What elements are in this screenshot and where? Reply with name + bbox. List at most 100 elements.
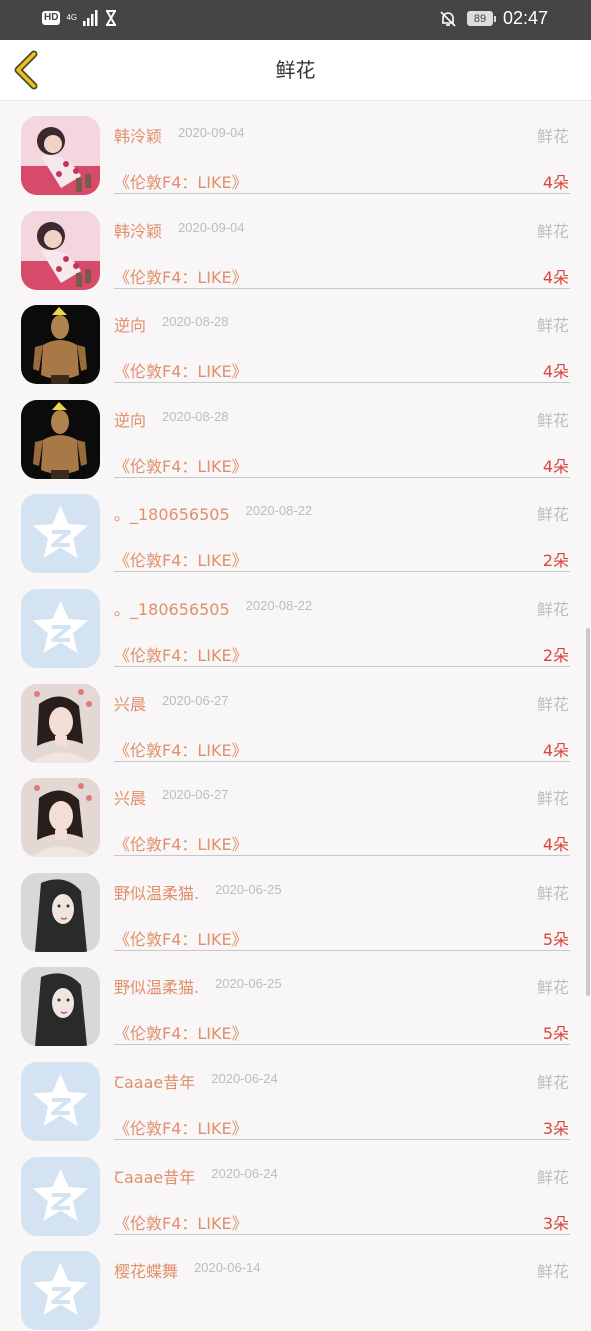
- user-name[interactable]: 。_180656505: [114, 501, 230, 525]
- gift-date: 2020-09-04: [178, 219, 245, 235]
- avatar[interactable]: [21, 210, 100, 290]
- song-title[interactable]: 《伦敦F4：LIKE》: [114, 831, 248, 855]
- list-item[interactable]: 韩泠颖 2020-09-04 鲜花 《伦敦F4：LIKE》 4朵: [0, 196, 591, 291]
- dark-figure-avatar-image: [21, 399, 100, 479]
- qq-default-avatar-image: [21, 1251, 100, 1331]
- row-divider: [114, 571, 570, 573]
- list-item[interactable]: 韩泠颖 2020-09-04 鲜花 《伦敦F4：LIKE》 4朵: [0, 101, 591, 196]
- anime-girl-avatar-image: [21, 116, 100, 195]
- avatar[interactable]: [21, 872, 100, 952]
- user-name[interactable]: 韩泠颖: [114, 218, 162, 242]
- gift-date: 2020-08-22: [245, 597, 313, 613]
- song-title[interactable]: 《伦敦F4：LIKE》: [114, 358, 248, 382]
- avatar[interactable]: [21, 399, 100, 479]
- flower-gift-list: 韩泠颖 2020-09-04 鲜花 《伦敦F4：LIKE》 4朵 韩泠颖 202…: [0, 101, 591, 1331]
- flower-count: 4朵: [542, 267, 569, 287]
- gift-type: 鲜花: [536, 505, 569, 525]
- list-item[interactable]: 兴晨 2020-06-27 鲜花 《伦敦F4：LIKE》 4朵: [0, 669, 591, 764]
- user-name[interactable]: Ꞇaaae昔年: [114, 1069, 195, 1093]
- girl-photo-avatar-image: [21, 778, 100, 858]
- song-title[interactable]: 《伦敦F4：LIKE》: [114, 169, 248, 193]
- network-type: 4G: [66, 13, 78, 22]
- list-item[interactable]: Ꞇaaae昔年 2020-06-24 鲜花 《伦敦F4：LIKE》 3朵: [0, 1047, 591, 1142]
- battery-indicator: 89: [466, 11, 496, 26]
- list-item[interactable]: 。_180656505 2020-08-22 鲜花 《伦敦F4：LIKE》 2朵: [0, 574, 591, 669]
- avatar[interactable]: [21, 305, 100, 385]
- avatar[interactable]: [21, 967, 100, 1047]
- gift-type: 鲜花: [536, 127, 569, 146]
- flower-count: 5朵: [542, 1024, 569, 1044]
- flower-count: 3朵: [542, 1213, 569, 1233]
- avatar[interactable]: [21, 1061, 100, 1141]
- gift-date: 2020-08-22: [245, 503, 313, 519]
- list-item[interactable]: 兴晨 2020-06-27 鲜花 《伦敦F4：LIKE》 4朵: [0, 763, 591, 858]
- user-name[interactable]: 逆向: [114, 312, 146, 336]
- scrollbar[interactable]: [586, 628, 590, 996]
- gift-date: 2020-06-24: [211, 1070, 278, 1086]
- song-title[interactable]: 《伦敦F4：LIKE》: [114, 737, 248, 761]
- gift-date: 2020-08-28: [162, 314, 229, 330]
- flower-count: 4朵: [542, 740, 569, 760]
- row-divider: [114, 665, 570, 667]
- qq-default-avatar-image: [21, 1061, 100, 1141]
- qq-default-avatar-image: [21, 494, 100, 574]
- song-title[interactable]: 《伦敦F4：LIKE》: [114, 547, 248, 571]
- avatar[interactable]: [21, 1156, 100, 1236]
- row-divider: [114, 287, 570, 289]
- song-title[interactable]: 《伦敦F4：LIKE》: [114, 1210, 248, 1234]
- list-item[interactable]: 。_180656505 2020-08-22 鲜花 《伦敦F4：LIKE》 2朵: [0, 479, 591, 574]
- qq-default-avatar-image: [21, 1156, 100, 1236]
- song-title[interactable]: 《伦敦F4：LIKE》: [114, 1020, 248, 1044]
- row-divider: [114, 382, 570, 384]
- gift-type: 鲜花: [536, 978, 569, 998]
- song-title[interactable]: 《伦敦F4：LIKE》: [114, 453, 248, 477]
- avatar[interactable]: [21, 494, 100, 574]
- song-title[interactable]: 《伦敦F4：LIKE》: [114, 1115, 248, 1139]
- row-divider: [114, 949, 570, 951]
- app-header: 鲜花: [0, 40, 591, 101]
- list-item[interactable]: Ꞇaaae昔年 2020-06-24 鲜花 《伦敦F4：LIKE》 3朵: [0, 1142, 591, 1237]
- avatar[interactable]: [21, 116, 100, 195]
- avatar[interactable]: [21, 778, 100, 858]
- hd-badge: HD: [42, 11, 61, 25]
- flower-count: 4朵: [542, 835, 569, 855]
- list-item[interactable]: 逆向 2020-08-28 鲜花 《伦敦F4：LIKE》 4朵: [0, 385, 591, 480]
- user-name[interactable]: 。_180656505: [114, 596, 230, 620]
- user-name[interactable]: 樱花蝶舞: [114, 1258, 178, 1282]
- gift-date: 2020-06-14: [194, 1260, 261, 1276]
- gift-date: 2020-06-25: [215, 881, 282, 897]
- anime-girl-avatar-image: [21, 210, 100, 290]
- song-title[interactable]: 《伦敦F4：LIKE》: [114, 926, 248, 950]
- gift-type: 鲜花: [536, 1167, 569, 1187]
- song-title[interactable]: 《伦敦F4：LIKE》: [114, 642, 248, 666]
- user-name[interactable]: Ꞇaaae昔年: [114, 1164, 195, 1188]
- user-name[interactable]: 野似温柔猫.: [114, 880, 199, 904]
- mute-bell-icon: [440, 10, 456, 27]
- gift-date: 2020-06-24: [211, 1165, 278, 1181]
- user-name[interactable]: 兴晨: [114, 785, 146, 809]
- list-item[interactable]: 逆向 2020-08-28 鲜花 《伦敦F4：LIKE》 4朵: [0, 290, 591, 385]
- user-name[interactable]: 野似温柔猫.: [114, 974, 199, 998]
- avatar[interactable]: [21, 683, 100, 763]
- song-title[interactable]: 《伦敦F4：LIKE》: [114, 264, 248, 288]
- avatar[interactable]: [21, 588, 100, 668]
- list-item[interactable]: 野似温柔猫. 2020-06-25 鲜花 《伦敦F4：LIKE》 5朵: [0, 858, 591, 953]
- list-item[interactable]: 野似温柔猫. 2020-06-25 鲜花 《伦敦F4：LIKE》 5朵: [0, 952, 591, 1047]
- gift-type: 鲜花: [536, 221, 569, 241]
- flower-count: 5朵: [542, 929, 569, 949]
- flower-count: 4朵: [542, 173, 569, 192]
- gift-type: 鲜花: [536, 694, 569, 714]
- girl-photo-avatar-image: [21, 683, 100, 763]
- bw-girl-avatar-image: [21, 967, 100, 1047]
- user-name[interactable]: 逆向: [114, 407, 146, 431]
- row-divider: [114, 760, 570, 762]
- gift-type: 鲜花: [536, 789, 569, 809]
- user-name[interactable]: 兴晨: [114, 691, 146, 715]
- user-name[interactable]: 韩泠颖: [114, 123, 162, 147]
- gift-date: 2020-06-27: [162, 692, 229, 708]
- avatar[interactable]: [21, 1251, 100, 1331]
- qq-default-avatar-image: [21, 588, 100, 668]
- list-item[interactable]: 樱花蝶舞 2020-06-14 鲜花: [0, 1236, 591, 1331]
- gift-type: 鲜花: [536, 316, 569, 336]
- gift-type: 鲜花: [536, 1072, 569, 1092]
